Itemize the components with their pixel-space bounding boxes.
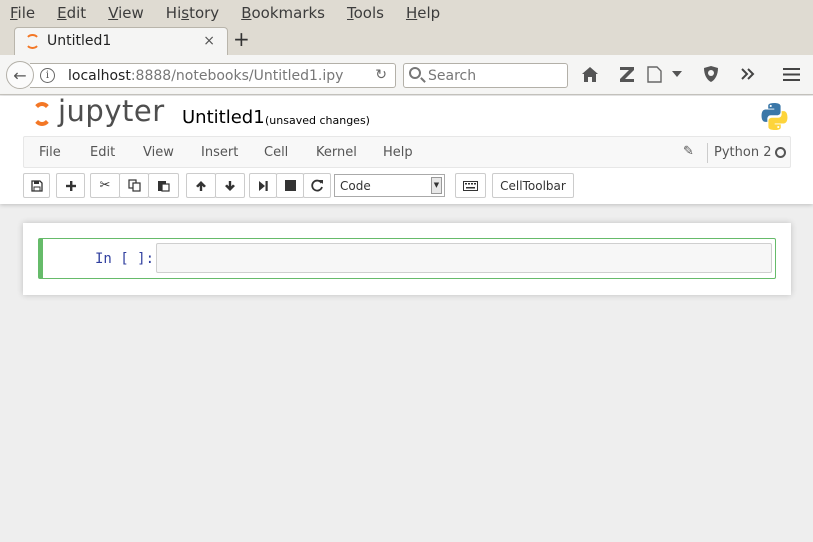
close-tab-icon[interactable]: × [203, 33, 215, 49]
menu-help[interactable]: Help [400, 4, 440, 22]
stop-icon [284, 180, 296, 191]
kernel-name[interactable]: Python 2 [714, 145, 771, 160]
menu-edit[interactable]: Edit [51, 4, 86, 22]
python-logo-icon [761, 102, 788, 131]
copy-icon [127, 179, 141, 192]
notebook-name[interactable]: Untitled1 [182, 107, 265, 128]
jupyter-favicon-icon [25, 34, 40, 49]
menu-tools[interactable]: Tools [341, 4, 384, 22]
move-up-button[interactable] [186, 173, 216, 198]
search-icon [409, 67, 421, 79]
cell-type-select[interactable]: Code ▼ [334, 174, 445, 197]
arrow-down-icon [225, 180, 235, 191]
notebook-toolbar: ✂ Code ▼ CellToolbar [23, 173, 791, 199]
nb-menu-view[interactable]: View [143, 145, 174, 160]
command-palette-button[interactable] [455, 173, 486, 198]
input-prompt: In [ ]: [95, 251, 155, 267]
cut-button[interactable]: ✂ [90, 173, 120, 198]
notebook-menubar: File Edit View Insert Cell Kernel Help ✎… [23, 136, 791, 168]
save-status: (unsaved changes) [265, 114, 370, 127]
code-input-area[interactable] [156, 243, 772, 273]
site-info-icon[interactable]: i [40, 68, 55, 83]
scissors-icon: ✂ [99, 178, 111, 193]
jupyter-header: jupyter Untitled1 (unsaved changes) File… [0, 94, 813, 204]
select-arrow-icon: ▼ [431, 177, 442, 194]
tab-strip: Untitled1 × + [0, 26, 813, 55]
navigation-bar: i localhost:8888/notebooks/Untitled1.ipy… [0, 55, 813, 95]
save-icon [30, 179, 43, 192]
copy-button[interactable] [119, 173, 149, 198]
reader-view-icon[interactable] [647, 66, 662, 83]
hamburger-menu-icon[interactable] [783, 67, 800, 82]
nb-menu-kernel[interactable]: Kernel [316, 145, 357, 160]
jupyter-logo[interactable]: jupyter [30, 94, 170, 130]
nb-menu-edit[interactable]: Edit [90, 145, 115, 160]
paste-button[interactable] [148, 173, 179, 198]
jupyter-logo-icon [32, 102, 52, 126]
home-icon[interactable] [581, 66, 599, 83]
back-button[interactable]: ← [6, 61, 34, 89]
tab-title: Untitled1 [47, 33, 112, 49]
edit-mode-pencil-icon: ✎ [683, 144, 694, 159]
browser-menubar: File Edit View History Bookmarks Tools H… [0, 0, 813, 26]
search-placeholder: Search [428, 68, 477, 84]
restart-kernel-button[interactable] [303, 173, 331, 198]
overflow-chevrons-icon[interactable] [741, 68, 755, 80]
dropdown-arrow-icon[interactable] [672, 71, 682, 77]
url-bar[interactable]: i localhost:8888/notebooks/Untitled1.ipy… [30, 63, 396, 88]
new-tab-button[interactable]: + [233, 27, 250, 51]
refresh-icon [310, 179, 323, 192]
search-input[interactable]: Search [403, 63, 568, 88]
code-cell[interactable]: In [ ]: [38, 238, 776, 279]
menu-view[interactable]: View [102, 4, 144, 22]
kernel-idle-indicator-icon [775, 147, 786, 158]
step-forward-icon [259, 180, 268, 191]
jupyter-wordmark: jupyter [58, 94, 165, 128]
menu-file[interactable]: File [4, 4, 35, 22]
keyboard-icon [463, 180, 478, 191]
nb-menu-help[interactable]: Help [383, 145, 413, 160]
nb-menu-file[interactable]: File [39, 145, 61, 160]
insert-cell-button[interactable] [56, 173, 85, 198]
divider [707, 143, 708, 163]
paste-icon [158, 181, 170, 192]
reload-icon[interactable]: ↻ [375, 67, 387, 83]
arrow-up-icon [196, 180, 206, 191]
plus-icon [65, 180, 76, 191]
nb-menu-insert[interactable]: Insert [201, 145, 238, 160]
browser-tab[interactable]: Untitled1 × [14, 27, 228, 55]
nb-menu-cell[interactable]: Cell [264, 145, 288, 160]
menu-history[interactable]: History [160, 4, 219, 22]
interrupt-kernel-button[interactable] [276, 173, 304, 198]
move-down-button[interactable] [215, 173, 245, 198]
notebook-container: In [ ]: [23, 223, 791, 295]
ublock-shield-icon[interactable] [703, 65, 719, 83]
cell-type-value: Code [340, 179, 371, 193]
back-arrow-icon: ← [13, 65, 27, 85]
url-text[interactable]: localhost:8888/notebooks/Untitled1.ipy [68, 68, 343, 84]
celltoolbar-button[interactable]: CellToolbar [492, 173, 574, 198]
zotero-icon[interactable] [619, 66, 635, 83]
run-cell-button[interactable] [249, 173, 277, 198]
menu-bookmarks[interactable]: Bookmarks [235, 4, 325, 22]
save-button[interactable] [23, 173, 50, 198]
